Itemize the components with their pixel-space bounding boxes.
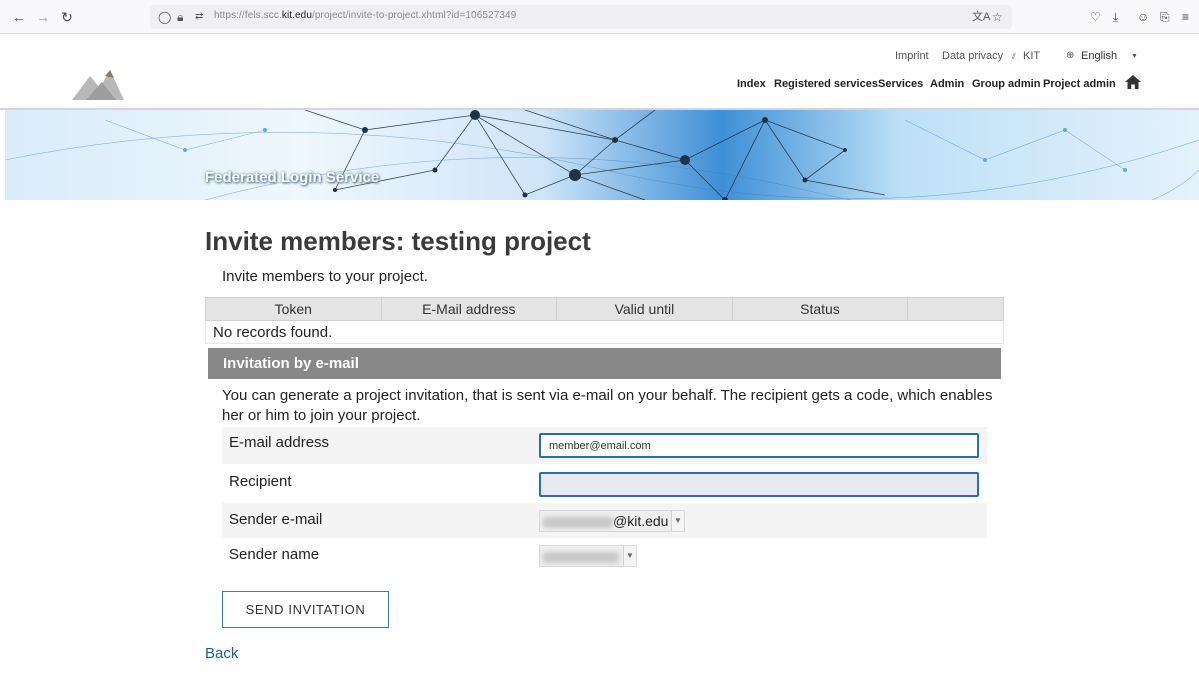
- chevron-down-icon[interactable]: ▼: [671, 511, 684, 531]
- sender-name-select[interactable]: ▼: [539, 545, 637, 567]
- kit-logo-icon: ⫽: [1012, 52, 1016, 61]
- shield-icon[interactable]: ◯: [158, 8, 171, 26]
- globe-icon: ⊕: [1066, 50, 1075, 61]
- column-header-status[interactable]: Status: [731, 297, 909, 321]
- menu-icon[interactable]: ≡: [1182, 8, 1189, 26]
- sender-name-row: Sender name ▼: [222, 538, 987, 572]
- url-prefix: https://fels.scc.: [214, 10, 282, 21]
- nav-services[interactable]: Services: [878, 78, 923, 90]
- permissions-icon[interactable]: ⇄: [195, 8, 203, 26]
- column-header-email[interactable]: E-Mail address: [380, 297, 558, 321]
- recipient-label: Recipient: [229, 473, 292, 490]
- nav-group-admin[interactable]: Group admin: [972, 78, 1040, 90]
- network-graphic: [5, 110, 1199, 200]
- nav-project-admin[interactable]: Project admin: [1043, 78, 1116, 90]
- bookmark-star-icon[interactable]: ☆: [992, 8, 1003, 26]
- back-link[interactable]: Back: [205, 645, 238, 662]
- language-selector[interactable]: English: [1081, 50, 1117, 62]
- url-domain: kit.edu: [281, 10, 313, 21]
- reload-icon[interactable]: ↻: [58, 8, 76, 26]
- pocket-icon[interactable]: ♡: [1090, 8, 1101, 26]
- banner-image: Federated Login Service: [5, 110, 1199, 200]
- forward-arrow-icon[interactable]: →: [34, 8, 52, 26]
- site-header: [0, 34, 1199, 108]
- home-icon[interactable]: [1125, 75, 1141, 89]
- page-title: Invite members: testing project: [205, 226, 591, 256]
- downloads-icon[interactable]: ⤓: [1113, 8, 1118, 26]
- imprint-link[interactable]: Imprint: [895, 50, 929, 62]
- sender-email-select[interactable]: @kit.edu ▼: [539, 510, 685, 532]
- account-icon[interactable]: ☺: [1137, 8, 1149, 26]
- kit-link[interactable]: KIT: [1023, 50, 1040, 62]
- recipient-row: Recipient: [222, 464, 987, 503]
- redacted-username: [543, 516, 613, 528]
- sender-email-label: Sender e-mail: [229, 511, 323, 528]
- recipient-input[interactable]: [539, 472, 979, 497]
- data-privacy-link[interactable]: Data privacy: [942, 50, 1003, 62]
- nav-admin[interactable]: Admin: [930, 78, 964, 90]
- url-text[interactable]: https://fels.scc.kit.edu/project/invite-…: [214, 10, 516, 21]
- email-address-row: E-mail address: [222, 427, 987, 464]
- back-arrow-icon[interactable]: ←: [10, 8, 28, 26]
- lock-icon[interactable]: 🔒︎: [177, 8, 183, 26]
- url-path: /project/invite-to-project.xhtml?id=1065…: [312, 10, 517, 21]
- email-address-input[interactable]: [539, 433, 979, 458]
- email-address-label: E-mail address: [229, 434, 330, 451]
- mountain-logo-icon[interactable]: [72, 66, 124, 100]
- invitation-description: You can generate a project invitation, t…: [222, 387, 993, 424]
- sender-email-row: Sender e-mail @kit.edu ▼: [222, 503, 987, 538]
- sender-email-domain: @kit.edu: [613, 513, 669, 529]
- redacted-sender-name: [543, 551, 619, 563]
- extensions-icon[interactable]: ⎘: [1160, 8, 1170, 26]
- column-header-token[interactable]: Token: [205, 297, 382, 321]
- send-invitation-button[interactable]: SEND INVITATION: [222, 591, 389, 628]
- page-intro-text: Invite members to your project.: [222, 268, 428, 285]
- column-header-valid-until[interactable]: Valid until: [556, 297, 733, 321]
- browser-toolbar: ← → ↻ ◯ 🔒︎ ⇄ https://fels.scc.kit.edu/pr…: [0, 0, 1199, 34]
- language-dropdown-icon[interactable]: ▼: [1131, 53, 1138, 60]
- empty-table-message: No records found.: [205, 320, 1004, 344]
- nav-index[interactable]: Index: [737, 78, 766, 90]
- table-header-row: Token E-Mail address Valid until Status: [205, 297, 1004, 321]
- translate-icon[interactable]: 文A: [972, 8, 990, 26]
- invitation-panel-header: Invitation by e-mail: [208, 348, 1001, 379]
- address-bar[interactable]: ◯ 🔒︎ ⇄ https://fels.scc.kit.edu/project/…: [150, 5, 1012, 29]
- banner-title: Federated Login Service: [205, 169, 380, 186]
- sender-name-label: Sender name: [229, 546, 320, 563]
- table-row: No records found.: [205, 320, 1004, 344]
- nav-registered-services[interactable]: Registered services: [774, 78, 878, 90]
- invitation-tokens-table: Token E-Mail address Valid until Status …: [205, 297, 1004, 344]
- chevron-down-icon[interactable]: ▼: [623, 546, 636, 566]
- column-header-actions: [907, 297, 1004, 321]
